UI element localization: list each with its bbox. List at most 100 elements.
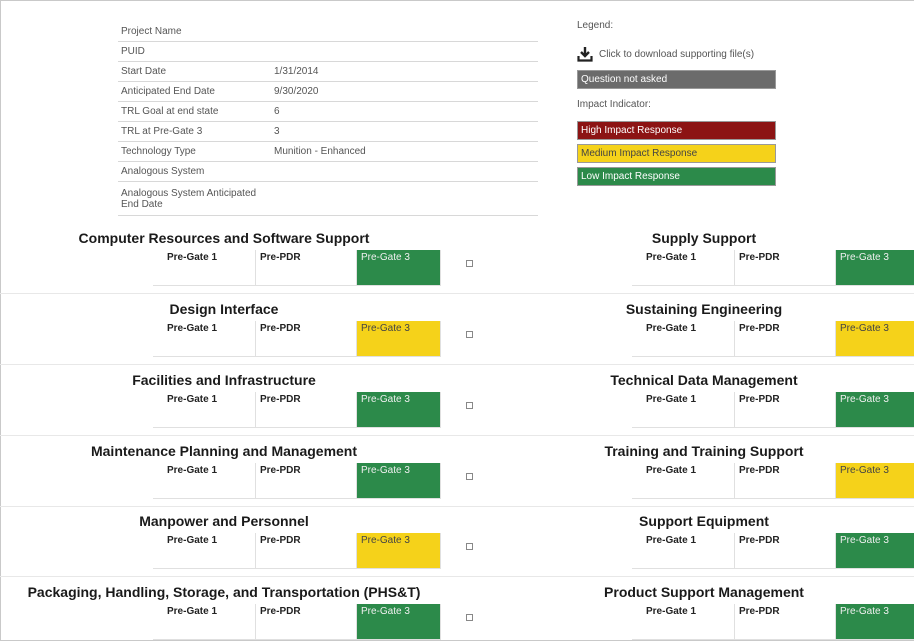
pre-pdr-cell[interactable]: Pre-PDR: [256, 250, 357, 286]
info-value: 9/30/2020: [274, 86, 319, 97]
pre-gate-3-cell[interactable]: Pre-Gate 3: [836, 250, 914, 286]
info-label: PUID: [121, 46, 145, 57]
legend-high-impact: High Impact Response: [577, 121, 776, 140]
pre-gate-3-cell[interactable]: Pre-Gate 3: [357, 533, 441, 569]
gate-row: Pre-Gate 1 Pre-PDR Pre-Gate 3: [632, 321, 914, 357]
info-label: Analogous System Anticipated End Date: [121, 187, 257, 210]
expand-icon[interactable]: [466, 260, 473, 267]
pre-gate-3-cell[interactable]: Pre-Gate 3: [836, 321, 914, 357]
info-row-end-date: Anticipated End Date 9/30/2020: [118, 82, 538, 102]
expand-icon[interactable]: [466, 331, 473, 338]
section-title: Training and Training Support: [604, 443, 804, 459]
info-label: Technology Type: [121, 146, 196, 157]
pre-gate-3-cell[interactable]: Pre-Gate 3: [836, 463, 914, 499]
info-value: 1/31/2014: [274, 66, 319, 77]
pre-pdr-cell[interactable]: Pre-PDR: [256, 321, 357, 357]
pre-gate-1-cell[interactable]: Pre-Gate 1: [632, 321, 735, 357]
section-title: Sustaining Engineering: [625, 301, 783, 317]
section-title: Computer Resources and Software Support: [78, 230, 370, 246]
expand-icon[interactable]: [466, 402, 473, 409]
project-info-table: Project Name PUID Start Date 1/31/2014 A…: [118, 22, 538, 216]
download-icon: [577, 47, 593, 62]
gate-row: Pre-Gate 1 Pre-PDR Pre-Gate 3: [153, 463, 441, 499]
info-label: Start Date: [121, 66, 167, 77]
pre-pdr-cell[interactable]: Pre-PDR: [256, 604, 357, 640]
gate-row: Pre-Gate 1 Pre-PDR Pre-Gate 3: [153, 392, 441, 428]
pre-pdr-cell[interactable]: Pre-PDR: [735, 463, 836, 499]
expand-icon[interactable]: [466, 473, 473, 480]
section-title: Facilities and Infrastructure: [132, 372, 316, 388]
info-row-analogous-end-date: Analogous System Anticipated End Date: [118, 182, 538, 216]
info-row-trl-pregate3: TRL at Pre-Gate 3 3: [118, 122, 538, 142]
info-label: Analogous System: [121, 166, 205, 177]
pre-gate-1-cell[interactable]: Pre-Gate 1: [153, 250, 256, 286]
info-label: TRL at Pre-Gate 3: [121, 126, 203, 137]
section-title: Technical Data Management: [610, 372, 798, 388]
pre-gate-3-cell[interactable]: Pre-Gate 3: [357, 321, 441, 357]
info-row-analogous-system: Analogous System: [118, 162, 538, 182]
pre-pdr-cell[interactable]: Pre-PDR: [735, 392, 836, 428]
download-supporting-files-link[interactable]: Click to download supporting file(s): [577, 42, 792, 66]
pre-gate-3-cell[interactable]: Pre-Gate 3: [357, 463, 441, 499]
gate-row: Pre-Gate 1 Pre-PDR Pre-Gate 3: [153, 533, 441, 569]
gate-row: Pre-Gate 1 Pre-PDR Pre-Gate 3: [632, 533, 914, 569]
expand-icon[interactable]: [466, 614, 473, 621]
pre-pdr-cell[interactable]: Pre-PDR: [735, 250, 836, 286]
gate-row: Pre-Gate 1 Pre-PDR Pre-Gate 3: [632, 392, 914, 428]
pre-gate-3-cell[interactable]: Pre-Gate 3: [836, 533, 914, 569]
download-label: Click to download supporting file(s): [599, 48, 755, 60]
section-title: Product Support Management: [604, 584, 804, 600]
section-title: Manpower and Personnel: [139, 513, 309, 529]
info-label: Project Name: [121, 26, 182, 37]
section-title: Support Equipment: [639, 513, 769, 529]
pre-gate-1-cell[interactable]: Pre-Gate 1: [632, 392, 735, 428]
pre-gate-3-cell[interactable]: Pre-Gate 3: [836, 604, 914, 640]
gate-row: Pre-Gate 1 Pre-PDR Pre-Gate 3: [632, 463, 914, 499]
pre-pdr-cell[interactable]: Pre-PDR: [256, 533, 357, 569]
info-row-project-name: Project Name: [118, 22, 538, 42]
row-separator: [0, 576, 914, 577]
pre-pdr-cell[interactable]: Pre-PDR: [735, 321, 836, 357]
info-row-technology-type: Technology Type Munition - Enhanced: [118, 142, 538, 162]
pre-gate-3-cell[interactable]: Pre-Gate 3: [357, 250, 441, 286]
legend: Legend: Click to download supporting fil…: [577, 20, 792, 186]
pre-gate-1-cell[interactable]: Pre-Gate 1: [153, 392, 256, 428]
row-separator: [0, 364, 914, 365]
pre-gate-1-cell[interactable]: Pre-Gate 1: [153, 321, 256, 357]
info-label: Anticipated End Date: [121, 86, 215, 97]
gate-row: Pre-Gate 1 Pre-PDR Pre-Gate 3: [153, 321, 441, 357]
pre-gate-1-cell[interactable]: Pre-Gate 1: [153, 604, 256, 640]
pre-gate-1-cell[interactable]: Pre-Gate 1: [632, 250, 735, 286]
pre-gate-1-cell[interactable]: Pre-Gate 1: [632, 604, 735, 640]
gate-row: Pre-Gate 1 Pre-PDR Pre-Gate 3: [632, 250, 914, 286]
impact-indicator-title: Impact Indicator:: [577, 99, 651, 110]
pre-gate-3-cell[interactable]: Pre-Gate 3: [357, 604, 441, 640]
section-title: Packaging, Handling, Storage, and Transp…: [27, 584, 421, 600]
row-separator: [0, 435, 914, 436]
info-value: 3: [274, 126, 280, 137]
pre-gate-3-cell[interactable]: Pre-Gate 3: [836, 392, 914, 428]
expand-icon[interactable]: [466, 543, 473, 550]
section-title: Maintenance Planning and Management: [90, 443, 358, 459]
info-label: TRL Goal at end state: [121, 106, 219, 117]
pre-gate-1-cell[interactable]: Pre-Gate 1: [632, 533, 735, 569]
pre-gate-1-cell[interactable]: Pre-Gate 1: [153, 463, 256, 499]
pre-gate-1-cell[interactable]: Pre-Gate 1: [632, 463, 735, 499]
row-separator: [0, 506, 914, 507]
legend-medium-impact: Medium Impact Response: [577, 144, 776, 163]
info-row-start-date: Start Date 1/31/2014: [118, 62, 538, 82]
pre-gate-1-cell[interactable]: Pre-Gate 1: [153, 533, 256, 569]
info-value: 6: [274, 106, 280, 117]
pre-pdr-cell[interactable]: Pre-PDR: [256, 463, 357, 499]
pre-gate-3-cell[interactable]: Pre-Gate 3: [357, 392, 441, 428]
section-title: Supply Support: [651, 230, 757, 246]
pre-pdr-cell[interactable]: Pre-PDR: [735, 533, 836, 569]
legend-question-not-asked: Question not asked: [577, 70, 776, 89]
section-title: Design Interface: [169, 301, 279, 317]
gate-row: Pre-Gate 1 Pre-PDR Pre-Gate 3: [153, 604, 441, 640]
pre-pdr-cell[interactable]: Pre-PDR: [256, 392, 357, 428]
gate-row: Pre-Gate 1 Pre-PDR Pre-Gate 3: [632, 604, 914, 640]
pre-pdr-cell[interactable]: Pre-PDR: [735, 604, 836, 640]
info-row-trl-goal: TRL Goal at end state 6: [118, 102, 538, 122]
legend-title: Legend:: [577, 20, 614, 31]
